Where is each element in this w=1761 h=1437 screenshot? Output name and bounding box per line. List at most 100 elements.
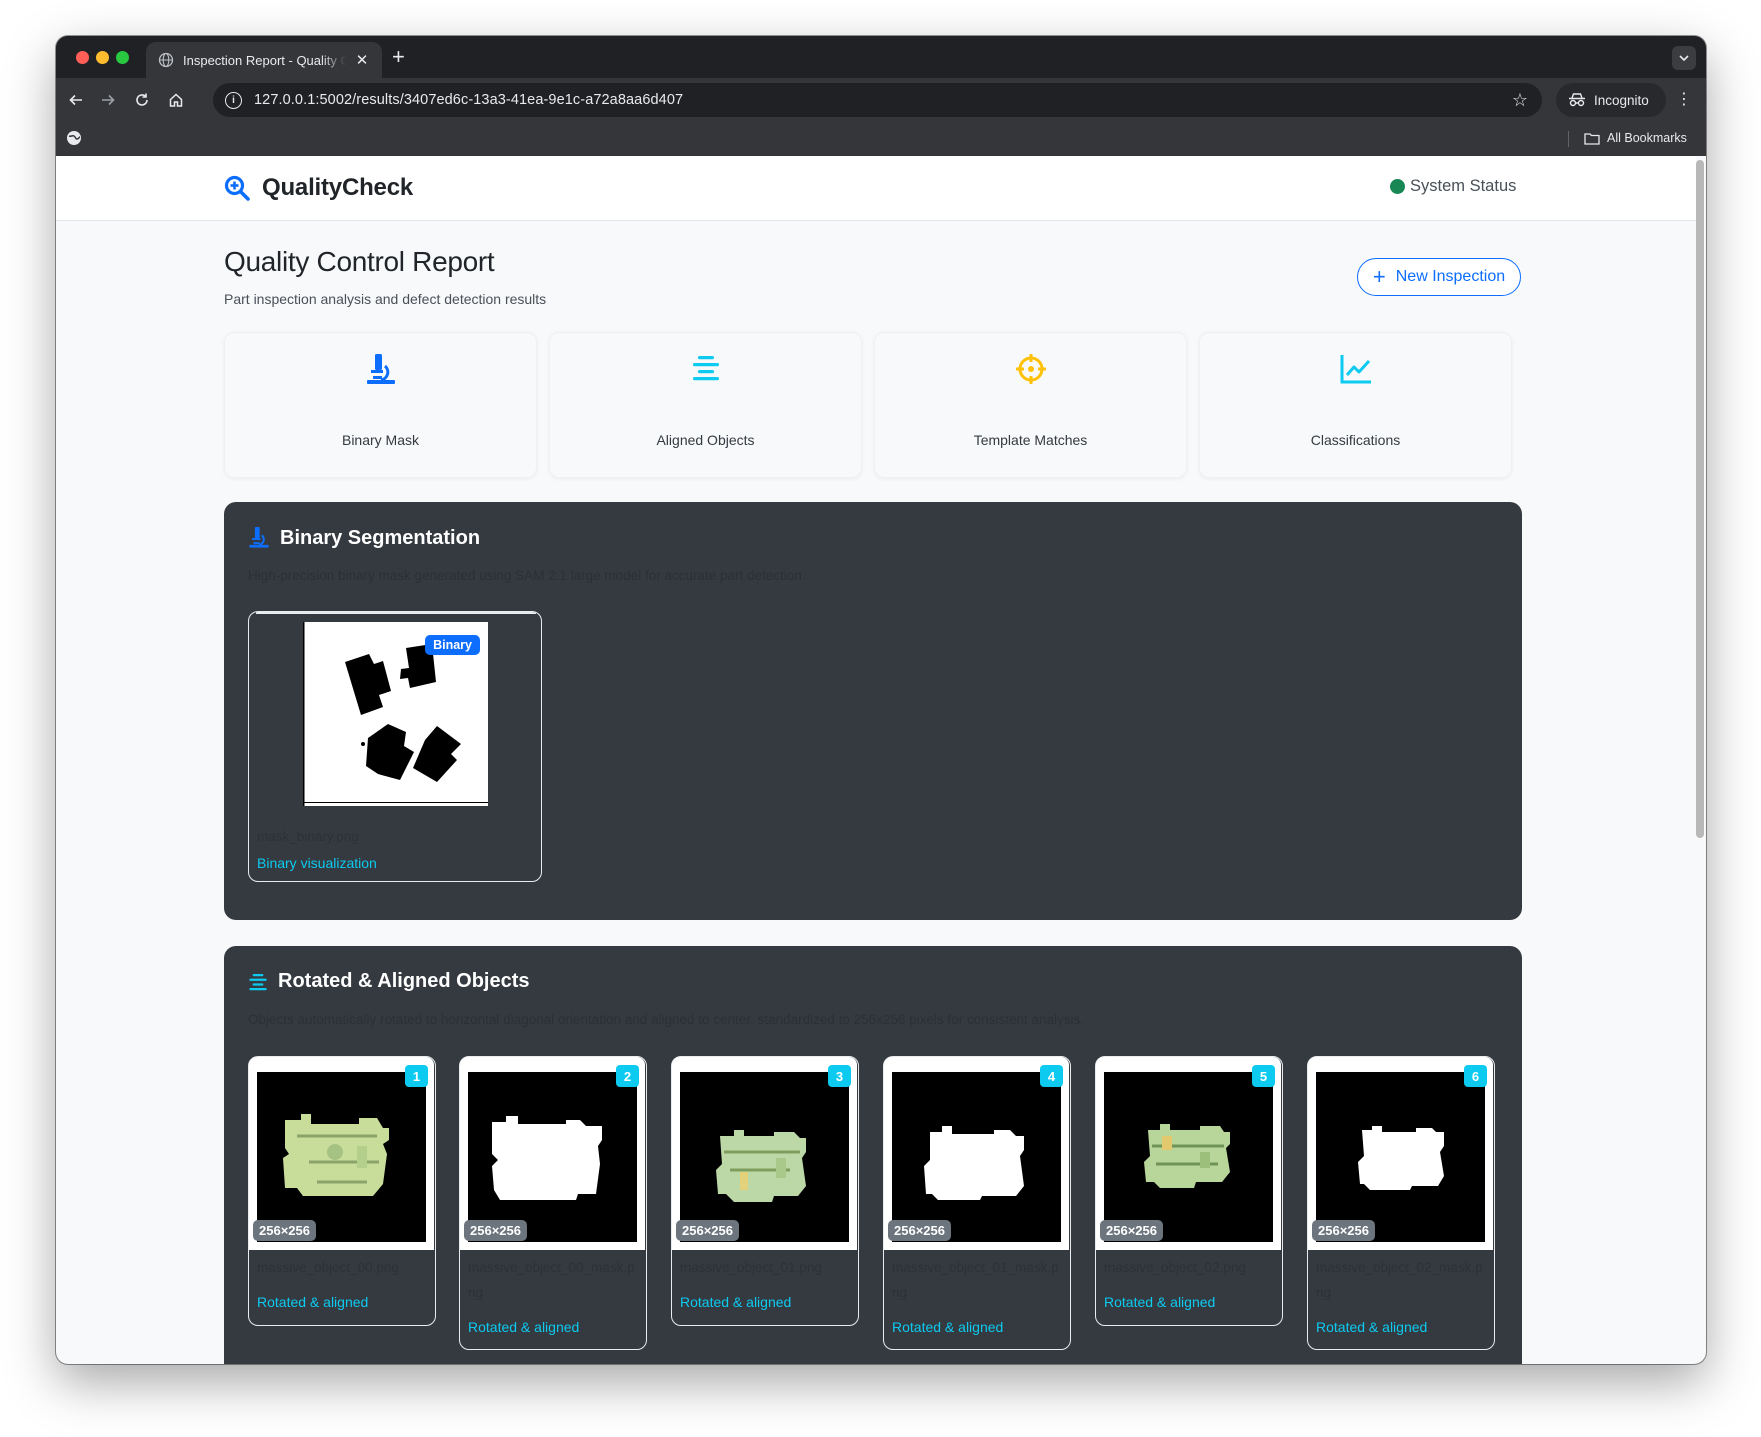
object-filename: massive_object_01.png bbox=[680, 1260, 822, 1275]
tab-search-button[interactable] bbox=[1672, 46, 1696, 70]
binary-mask-filename: mask_binary.png bbox=[257, 829, 359, 844]
bookmarks-bar: All Bookmarks bbox=[56, 122, 1706, 156]
object-index-badge: 2 bbox=[616, 1065, 639, 1087]
new-inspection-label: New Inspection bbox=[1395, 268, 1506, 285]
stat-label: Classifications bbox=[1310, 432, 1401, 448]
new-inspection-button[interactable]: + New Inspection bbox=[1357, 258, 1521, 296]
object-image[interactable] bbox=[680, 1072, 849, 1242]
forward-button[interactable] bbox=[96, 88, 120, 112]
new-tab-button[interactable]: + bbox=[392, 45, 405, 69]
stat-value: 0 bbox=[1348, 391, 1363, 418]
minimize-window-button[interactable] bbox=[96, 51, 109, 64]
object-caption: Rotated & aligned bbox=[257, 1294, 369, 1310]
tab-close-icon[interactable]: ✕ bbox=[354, 51, 370, 69]
close-window-button[interactable] bbox=[76, 51, 89, 64]
object-size-badge: 256×256 bbox=[676, 1220, 739, 1241]
address-bar[interactable]: i 127.0.0.1:5002/results/3407ed6c-13a3-4… bbox=[213, 83, 1542, 117]
stat-label: Binary Mask bbox=[341, 432, 420, 448]
card-top-rule bbox=[256, 612, 536, 614]
reload-icon bbox=[136, 93, 148, 106]
tab-strip: Inspection Report - Quality Control ✕ + bbox=[56, 36, 1706, 78]
tab-title: Inspection Report - Quality Control bbox=[183, 52, 346, 68]
brand-name: QualityCheck bbox=[262, 174, 413, 201]
bookmark-star-icon[interactable]: ☆ bbox=[1512, 90, 1528, 111]
object-caption: Rotated & aligned bbox=[1104, 1294, 1216, 1310]
maximize-window-button[interactable] bbox=[116, 51, 129, 64]
object-image[interactable] bbox=[1104, 1072, 1273, 1242]
aligned-object-card[interactable]: 1 256×256 massive_object_00.png Rotated … bbox=[248, 1056, 436, 1326]
object-index-badge: 4 bbox=[1040, 1065, 1063, 1087]
stat-card-aligned-objects: 8 Aligned Objects bbox=[549, 332, 862, 478]
browser-menu-icon[interactable]: ⋮ bbox=[1676, 90, 1692, 110]
bookmarks-divider bbox=[1568, 131, 1569, 147]
stat-value: 8 bbox=[698, 391, 713, 418]
all-bookmarks-button[interactable]: All Bookmarks bbox=[1584, 131, 1687, 145]
aligned-objects-panel: Rotated & Aligned Objects Objects automa… bbox=[224, 946, 1522, 1364]
status-dot-icon bbox=[1390, 179, 1405, 194]
arrow-left-icon bbox=[69, 94, 82, 106]
object-image[interactable] bbox=[468, 1072, 637, 1242]
url-text[interactable]: 127.0.0.1:5002/results/3407ed6c-13a3-41e… bbox=[254, 92, 683, 108]
object-size-badge: 256×256 bbox=[1312, 1220, 1375, 1241]
object-color-part bbox=[716, 1130, 806, 1202]
binary-section-heading: Binary Segmentation bbox=[280, 526, 481, 549]
object-index-badge: 3 bbox=[828, 1065, 851, 1087]
incognito-indicator[interactable]: Incognito bbox=[1556, 83, 1666, 117]
aligned-object-card[interactable]: 4 256×256 massive_object_01_mask.png Rot… bbox=[883, 1056, 1071, 1350]
status-label: System Status bbox=[1410, 177, 1517, 195]
binary-section-title: Binary Segmentation bbox=[248, 526, 480, 550]
aligned-object-card[interactable]: 5 256×256 massive_object_02.png Rotated … bbox=[1095, 1056, 1283, 1326]
microscope-icon bbox=[366, 354, 395, 384]
back-button[interactable] bbox=[64, 88, 88, 112]
object-image[interactable] bbox=[257, 1072, 426, 1242]
object-color-part bbox=[1144, 1124, 1230, 1188]
all-bookmarks-label: All Bookmarks bbox=[1607, 131, 1687, 145]
object-image[interactable] bbox=[892, 1072, 1061, 1242]
stat-label: Aligned Objects bbox=[656, 432, 755, 448]
stat-label: Template Matches bbox=[973, 432, 1088, 448]
object-mask-part bbox=[924, 1126, 1024, 1200]
binary-mask-image[interactable]: Binary bbox=[303, 622, 488, 806]
align-center-icon bbox=[692, 356, 719, 381]
object-filename: massive_object_00_mask.png bbox=[468, 1260, 635, 1300]
plus-icon: + bbox=[1372, 264, 1386, 289]
object-size-badge: 256×256 bbox=[1100, 1220, 1163, 1241]
object-index-badge: 1 bbox=[405, 1065, 428, 1087]
binary-mask-caption: Binary visualization bbox=[257, 855, 377, 871]
object-image-frame: 4 256×256 bbox=[884, 1057, 1069, 1250]
object-filename: massive_object_02.png bbox=[1104, 1260, 1246, 1275]
aligned-section-heading: Rotated & Aligned Objects bbox=[278, 970, 530, 992]
folder-icon bbox=[1584, 132, 1600, 145]
system-status[interactable]: System Status bbox=[1390, 177, 1516, 196]
home-icon bbox=[169, 93, 183, 107]
microscope-icon bbox=[249, 527, 269, 548]
app-navbar: QualityCheck System Status bbox=[56, 156, 1696, 221]
aligned-section-title: Rotated & Aligned Objects bbox=[248, 970, 530, 993]
browser-window: Inspection Report - Quality Control ✕ + … bbox=[56, 36, 1706, 1364]
object-size-badge: 256×256 bbox=[888, 1220, 951, 1241]
browser-tab[interactable]: Inspection Report - Quality Control ✕ bbox=[146, 42, 382, 78]
page-viewport: QualityCheck System Status Quality Contr… bbox=[56, 156, 1706, 1364]
object-filename: massive_object_00.png bbox=[257, 1260, 399, 1275]
binary-section-description: High-precision binary mask generated usi… bbox=[248, 568, 806, 583]
brand-link[interactable]: QualityCheck bbox=[224, 174, 413, 202]
stat-card-classifications: 0 Classifications bbox=[1199, 332, 1512, 478]
object-image[interactable] bbox=[1316, 1072, 1485, 1242]
aligned-object-card[interactable]: 6 256×256 massive_object_02_mask.png Rot… bbox=[1307, 1056, 1495, 1350]
crosshair-icon bbox=[1015, 354, 1046, 384]
reload-button[interactable] bbox=[130, 88, 154, 112]
magnifier-plus-icon bbox=[224, 175, 250, 201]
aligned-object-card[interactable]: 3 256×256 massive_object_01.png Rotated … bbox=[671, 1056, 859, 1326]
page-scrollbar[interactable] bbox=[1696, 160, 1704, 838]
binary-mask-card[interactable]: Binary mask_binary.png Binary visualizat… bbox=[248, 611, 542, 882]
object-image-frame: 2 256×256 bbox=[460, 1057, 645, 1250]
object-caption: Rotated & aligned bbox=[892, 1319, 1004, 1335]
home-button[interactable] bbox=[164, 88, 188, 112]
aligned-object-card[interactable]: 2 256×256 massive_object_00_mask.png Rot… bbox=[459, 1056, 647, 1350]
site-bookmark-icon[interactable] bbox=[66, 130, 82, 146]
object-image-frame: 3 256×256 bbox=[672, 1057, 857, 1250]
globe-icon bbox=[158, 52, 174, 68]
site-info-icon[interactable]: i bbox=[225, 91, 242, 109]
object-caption: Rotated & aligned bbox=[468, 1319, 580, 1335]
chevron-down-icon bbox=[1679, 55, 1689, 61]
